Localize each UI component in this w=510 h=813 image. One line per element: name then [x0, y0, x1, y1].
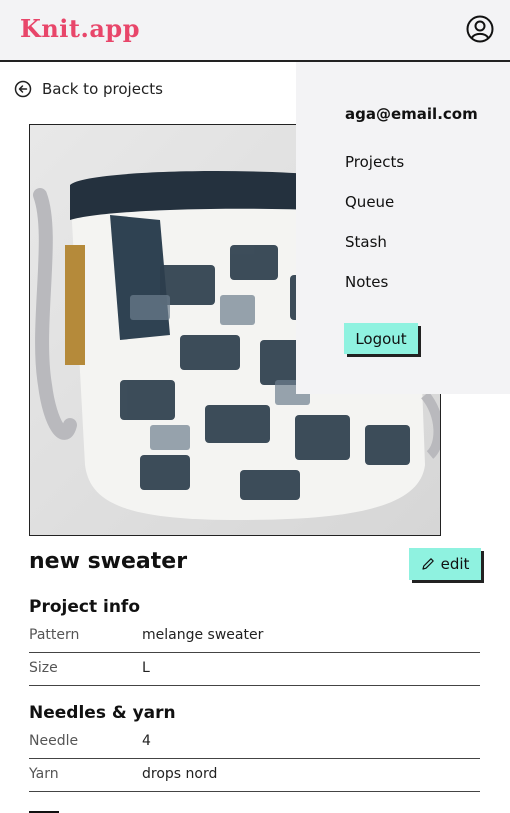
back-link-label: Back to projects	[42, 80, 163, 98]
back-to-projects-link[interactable]: Back to projects	[14, 78, 163, 100]
account-button[interactable]	[465, 14, 495, 44]
info-row-value: 4	[142, 733, 151, 749]
next-section-heading-partial	[29, 806, 59, 813]
project-title-row: new sweater edit	[29, 546, 481, 582]
arrow-left-circle-icon	[14, 80, 32, 98]
info-row-label: Needle	[29, 733, 79, 749]
menu-item-queue[interactable]: Queue	[345, 193, 394, 211]
app-header: Knit.app	[0, 0, 510, 62]
info-row-size: Size L	[29, 653, 480, 686]
edit-project-button[interactable]: edit	[409, 548, 481, 580]
logout-button[interactable]: Logout	[344, 323, 418, 354]
info-row-value: L	[142, 660, 150, 676]
info-row-label: Size	[29, 660, 58, 676]
menu-item-notes[interactable]: Notes	[345, 273, 388, 291]
logout-label: Logout	[355, 329, 407, 348]
needles-yarn-heading: Needles & yarn	[29, 703, 176, 723]
info-row-value: drops nord	[142, 766, 218, 782]
menu-item-stash[interactable]: Stash	[345, 233, 387, 251]
app-logo[interactable]: Knit.app	[20, 14, 140, 43]
project-info-heading: Project info	[29, 597, 141, 617]
info-row-label: Pattern	[29, 627, 80, 643]
info-row-needle: Needle 4	[29, 726, 480, 759]
account-dropdown-menu: aga@email.com Projects Queue Stash Notes…	[296, 62, 510, 394]
user-circle-icon	[466, 15, 494, 43]
info-row-pattern: Pattern melange sweater	[29, 620, 480, 653]
info-row-yarn: Yarn drops nord	[29, 759, 480, 792]
info-row-value: melange sweater	[142, 627, 264, 643]
edit-button-label: edit	[440, 555, 470, 573]
user-email: aga@email.com	[345, 105, 478, 123]
menu-item-projects[interactable]: Projects	[345, 153, 404, 171]
info-row-label: Yarn	[29, 766, 59, 782]
project-title: new sweater	[29, 549, 188, 574]
pencil-icon	[421, 558, 434, 570]
